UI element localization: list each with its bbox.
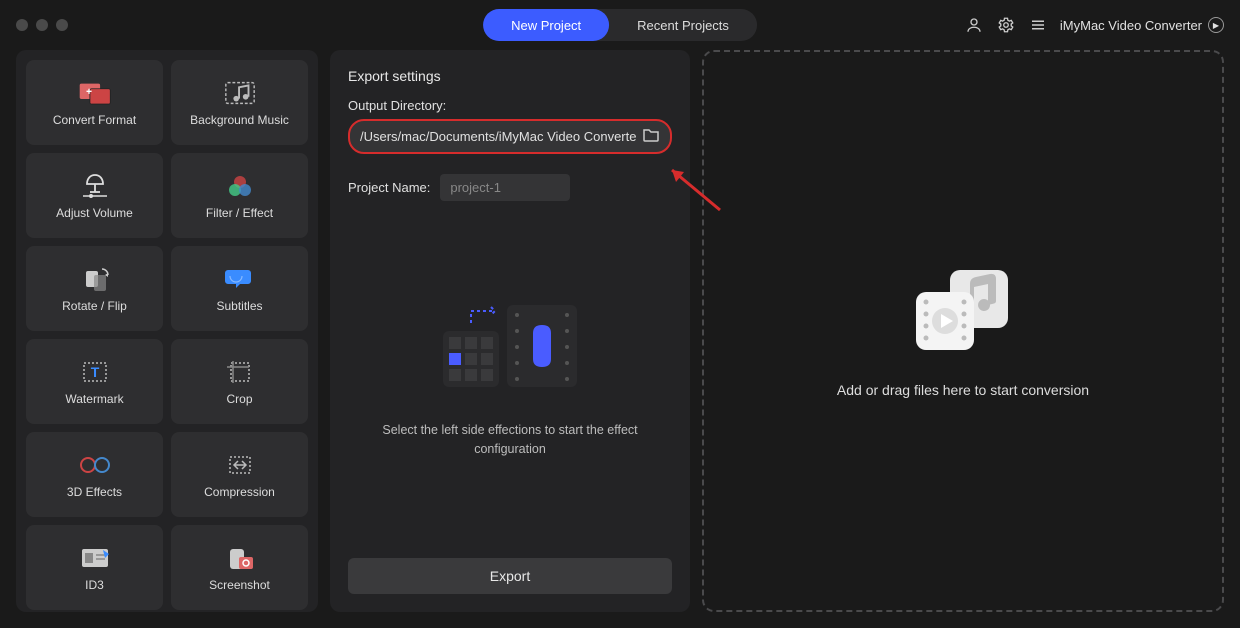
crop-icon bbox=[223, 358, 257, 386]
watermark-icon: T bbox=[78, 358, 112, 386]
tool-label: Screenshot bbox=[209, 578, 270, 592]
tool-label: Compression bbox=[204, 485, 275, 499]
id3-icon bbox=[78, 544, 112, 572]
app-name-label: iMyMac Video Converter bbox=[1060, 18, 1202, 33]
drop-hint-text: Add or drag files here to start conversi… bbox=[837, 382, 1089, 398]
tools-sidebar: Convert Format Background Music Adjust V… bbox=[16, 50, 318, 612]
output-directory-label: Output Directory: bbox=[348, 98, 672, 113]
main-layout: Convert Format Background Music Adjust V… bbox=[0, 50, 1240, 628]
close-window-icon[interactable] bbox=[16, 19, 28, 31]
tab-label: New Project bbox=[511, 18, 581, 33]
3d-effects-icon bbox=[78, 451, 112, 479]
background-music-icon bbox=[223, 79, 257, 107]
tool-label: Background Music bbox=[190, 113, 289, 127]
tool-background-music[interactable]: Background Music bbox=[171, 60, 308, 145]
effect-hint-text: Select the left side effections to start… bbox=[370, 421, 650, 459]
export-settings-title: Export settings bbox=[348, 68, 672, 84]
tool-label: Adjust Volume bbox=[56, 206, 133, 220]
tool-label: Filter / Effect bbox=[206, 206, 273, 220]
file-drop-zone[interactable]: Add or drag files here to start conversi… bbox=[702, 50, 1224, 612]
tool-convert-format[interactable]: Convert Format bbox=[26, 60, 163, 145]
tool-rotate-flip[interactable]: Rotate / Flip bbox=[26, 246, 163, 331]
filter-effect-icon bbox=[223, 172, 257, 200]
project-tabs: New Project Recent Projects bbox=[483, 9, 757, 41]
tool-label: Watermark bbox=[65, 392, 123, 406]
tool-label: Subtitles bbox=[216, 299, 262, 313]
project-name-input[interactable] bbox=[440, 174, 570, 201]
tool-screenshot[interactable]: Screenshot bbox=[171, 525, 308, 610]
drop-files-icon bbox=[908, 264, 1018, 354]
output-directory-field[interactable]: /Users/mac/Documents/iMyMac Video Conver… bbox=[348, 119, 672, 154]
app-name: iMyMac Video Converter ▶ bbox=[1060, 17, 1224, 33]
tab-recent-projects[interactable]: Recent Projects bbox=[609, 9, 757, 41]
export-button[interactable]: Export bbox=[348, 558, 672, 594]
tool-3d-effects[interactable]: 3D Effects bbox=[26, 432, 163, 517]
screenshot-icon bbox=[223, 544, 257, 572]
tab-new-project[interactable]: New Project bbox=[483, 9, 609, 41]
rotate-flip-icon bbox=[78, 265, 112, 293]
titlebar: New Project Recent Projects iMyMac Video… bbox=[0, 0, 1240, 50]
tool-compression[interactable]: Compression bbox=[171, 432, 308, 517]
subtitles-icon bbox=[223, 265, 257, 293]
tool-adjust-volume[interactable]: Adjust Volume bbox=[26, 153, 163, 238]
export-settings-panel: Export settings Output Directory: /Users… bbox=[330, 50, 690, 612]
effect-placeholder: Select the left side effections to start… bbox=[348, 201, 672, 550]
account-icon[interactable] bbox=[964, 15, 984, 35]
effect-illustration-icon bbox=[435, 293, 585, 403]
output-directory-value: /Users/mac/Documents/iMyMac Video Conver… bbox=[360, 129, 636, 144]
adjust-volume-icon bbox=[78, 172, 112, 200]
tool-watermark[interactable]: T Watermark bbox=[26, 339, 163, 424]
minimize-window-icon[interactable] bbox=[36, 19, 48, 31]
tool-label: ID3 bbox=[85, 578, 104, 592]
tool-subtitles[interactable]: Subtitles bbox=[171, 246, 308, 331]
tool-id3[interactable]: ID3 bbox=[26, 525, 163, 610]
play-icon: ▶ bbox=[1208, 17, 1224, 33]
tool-label: Convert Format bbox=[53, 113, 136, 127]
convert-format-icon bbox=[78, 79, 112, 107]
titlebar-right: iMyMac Video Converter ▶ bbox=[964, 15, 1224, 35]
tool-label: Rotate / Flip bbox=[62, 299, 127, 313]
compression-icon bbox=[223, 451, 257, 479]
tool-filter-effect[interactable]: Filter / Effect bbox=[171, 153, 308, 238]
maximize-window-icon[interactable] bbox=[56, 19, 68, 31]
tool-label: 3D Effects bbox=[67, 485, 122, 499]
export-button-label: Export bbox=[490, 568, 530, 584]
project-name-label: Project Name: bbox=[348, 180, 430, 195]
browse-folder-icon[interactable] bbox=[642, 127, 660, 146]
tool-crop[interactable]: Crop bbox=[171, 339, 308, 424]
settings-icon[interactable] bbox=[996, 15, 1016, 35]
menu-icon[interactable] bbox=[1028, 15, 1048, 35]
tab-label: Recent Projects bbox=[637, 18, 729, 33]
svg-text:T: T bbox=[90, 364, 99, 380]
project-name-row: Project Name: bbox=[348, 174, 672, 201]
window-controls bbox=[16, 19, 68, 31]
tool-label: Crop bbox=[226, 392, 252, 406]
